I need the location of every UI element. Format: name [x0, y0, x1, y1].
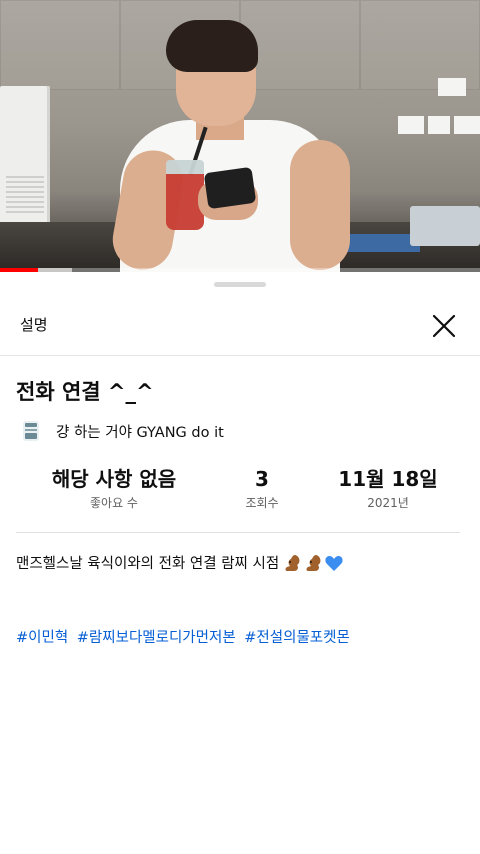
wall-panel [0, 0, 120, 90]
person-hair [166, 20, 258, 72]
smartphone [203, 166, 257, 210]
channel-name[interactable]: 걍 하는 거야 GYANG do it [56, 421, 224, 442]
video-title: 전화 연결 ^_^ [16, 380, 154, 404]
views-label: 조회수 [245, 496, 279, 510]
drag-handle[interactable] [214, 282, 266, 287]
channel-row[interactable]: 걍 하는 거야 GYANG do it [20, 418, 224, 444]
video-player[interactable] [0, 0, 480, 272]
description-text-row: 맨즈헬스날 육식이와의 전화 연결 람찌 시점 [16, 552, 344, 573]
storage-bins [410, 206, 480, 246]
description-emojis [281, 553, 344, 573]
channel-avatar-icon[interactable] [20, 419, 42, 443]
likes-stat: 해당 사항 없음 좋아요 수 [34, 466, 194, 511]
air-conditioner [0, 86, 50, 226]
close-button[interactable] [428, 310, 460, 342]
views-value: 3 [255, 467, 269, 491]
wall-poster [438, 78, 466, 96]
date-value: 11월 18일 [338, 467, 438, 491]
views-stat: 3 조회수 [222, 466, 302, 511]
video-stats: 해당 사항 없음 좋아요 수 3 조회수 11월 18일 2021년 [0, 466, 480, 518]
person-arm [290, 140, 350, 270]
wall-panel [360, 0, 480, 90]
likes-value: 해당 사항 없음 [51, 467, 177, 491]
hashtag-link[interactable]: #전설의물포켓몬 [244, 630, 350, 646]
bench [340, 234, 420, 252]
wall-poster [428, 116, 450, 134]
description-sheet: 설명 전화 연결 ^_^ 걍 하는 거야 GYANG do it 해당 사항 없… [0, 272, 480, 854]
close-icon [432, 314, 456, 338]
wall-panel [240, 0, 360, 90]
squirrel-icon [306, 554, 321, 571]
sheet-title: 설명 [20, 316, 48, 334]
date-label: 2021년 [367, 496, 409, 510]
wall-poster [454, 116, 480, 134]
date-stat: 11월 18일 2021년 [326, 466, 450, 511]
squirrel-icon [285, 554, 300, 571]
hashtag-link[interactable]: #이민혁 [16, 630, 68, 646]
wall-poster [398, 116, 424, 134]
blue-heart-icon [325, 555, 343, 571]
hashtag-row: #이민혁 #람찌보다멜로디가먼저본 #전설의물포켓몬 [16, 626, 354, 647]
description-text: 맨즈헬스날 육식이와의 전화 연결 람찌 시점 [16, 556, 280, 572]
sheet-header: 설명 [0, 300, 480, 356]
likes-label: 좋아요 수 [90, 496, 138, 510]
hashtag-link[interactable]: #람찌보다멜로디가먼저본 [77, 630, 236, 646]
divider [16, 532, 460, 533]
